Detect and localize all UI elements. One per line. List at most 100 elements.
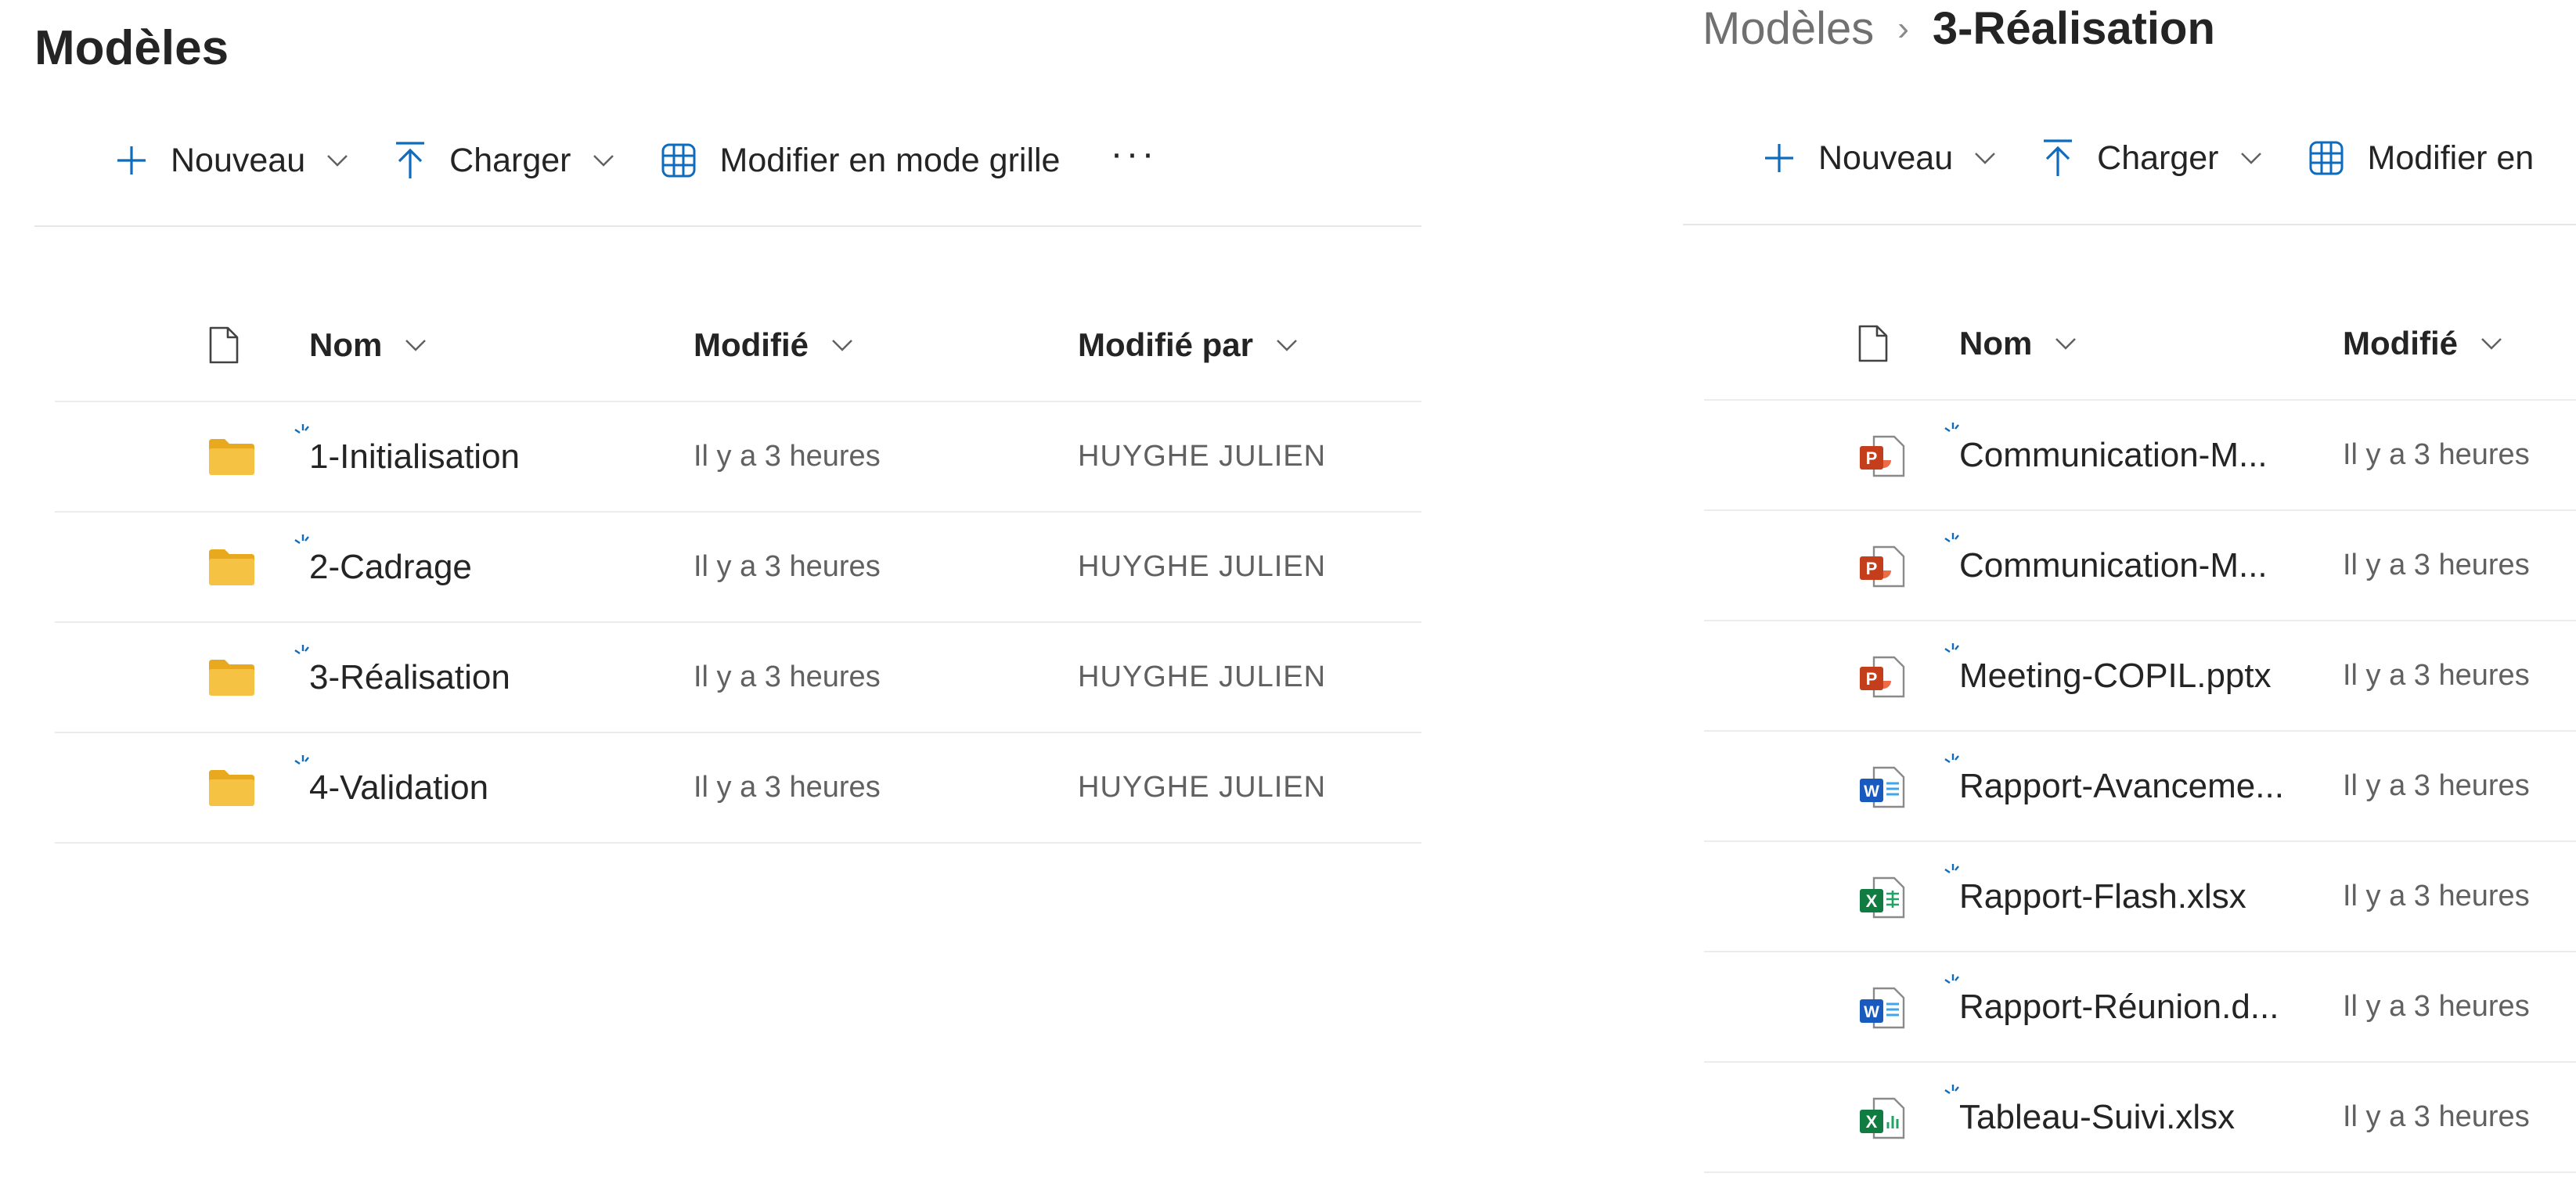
list-item[interactable]: 3-Réalisation Il y a 3 heures HUYGHE JUL… [55, 623, 1421, 733]
item-name[interactable]: 4-Validation [309, 768, 488, 808]
list-item[interactable]: 4-Validation Il y a 3 heures HUYGHE JULI… [55, 733, 1421, 844]
file-type-header-icon[interactable] [207, 290, 270, 401]
breadcrumb-root-link[interactable]: Modèles [1702, 2, 1874, 55]
item-modified-text: Il y a 3 heures [694, 660, 881, 693]
column-header-name-label: Nom [1959, 325, 2033, 362]
svg-text:W: W [1864, 783, 1879, 801]
item-name[interactable]: Rapport-Flash.xlsx [1959, 877, 2246, 916]
new-item-icon [292, 642, 314, 668]
upload-button-label: Charger [449, 141, 571, 179]
file-type-header-icon[interactable] [1857, 288, 1919, 399]
breadcrumb: Modèles › 3-Réalisation [1702, 2, 2215, 55]
list-item[interactable]: P Communication-M... Il y a 3 heures [1704, 511, 2576, 621]
chevron-down-icon [404, 338, 427, 352]
list-item[interactable]: X Rapport-Flash.xlsx Il y a 3 heures [1704, 842, 2576, 952]
item-modified-by-text[interactable]: HUYGHE JULIEN [1078, 771, 1326, 804]
upload-icon [2042, 139, 2073, 178]
list-item[interactable]: 1-Initialisation Il y a 3 heures HUYGHE … [55, 402, 1421, 513]
chevron-down-icon [2480, 336, 2503, 351]
column-header-modified-label: Modifié [2343, 325, 2458, 362]
item-modified: Il y a 3 heures [694, 733, 881, 842]
item-name[interactable]: Communication-M... [1959, 436, 2268, 475]
subfolder-panel-root: Modèles › 3-Réalisation Nouveau Charger [1683, 0, 2576, 1202]
column-header-modified[interactable]: Modifié [2343, 288, 2503, 399]
upload-button[interactable]: Charger [395, 141, 614, 180]
item-modified-by-text[interactable]: HUYGHE JULIEN [1078, 440, 1326, 473]
file-list: Nom Modifié Modifié par 1-Initialisation [55, 290, 1421, 844]
item-name-cell[interactable]: Rapport-Flash.xlsx [1944, 842, 2246, 951]
svg-text:P: P [1866, 669, 1878, 689]
upload-icon [395, 141, 426, 180]
list-item[interactable]: P Meeting-COPIL.pptx Il y a 3 heures [1704, 621, 2576, 732]
plus-icon [116, 145, 147, 176]
svg-text:W: W [1864, 1003, 1879, 1021]
column-header-name[interactable]: Nom [1959, 288, 2077, 399]
command-bar: Nouveau Charger Modifier en [1764, 139, 2576, 178]
new-item-icon [292, 753, 314, 779]
toolbar-divider [34, 225, 1421, 227]
new-button[interactable]: Nouveau [116, 142, 349, 180]
item-name[interactable]: 2-Cadrage [309, 548, 472, 587]
item-modified-text: Il y a 3 heures [2343, 880, 2530, 912]
item-name-cell[interactable]: Rapport-Réunion.d... [1944, 952, 2279, 1061]
new-item-icon [292, 422, 314, 448]
new-item-icon [1942, 972, 1964, 998]
column-header-name[interactable]: Nom [309, 290, 427, 401]
item-name-cell[interactable]: 2-Cadrage [294, 513, 472, 621]
item-name-cell[interactable]: 3-Réalisation [294, 623, 510, 732]
chevron-down-icon [592, 153, 615, 167]
item-modified: Il y a 3 heures [2343, 1063, 2530, 1171]
list-item[interactable]: P Communication-M... Il y a 3 heures [1704, 401, 2576, 511]
more-options-button[interactable]: ··· [1110, 132, 1157, 175]
list-item[interactable]: X Tableau-Suivi.xlsx Il y a 3 heures [1704, 1063, 2576, 1173]
grid-view-button[interactable]: Modifier en mode grille [661, 141, 1061, 180]
list-item[interactable]: W Rapport-Réunion.d... Il y a 3 heures [1704, 952, 2576, 1063]
item-name[interactable]: Rapport-Avanceme... [1959, 767, 2284, 806]
item-name[interactable]: 3-Réalisation [309, 658, 510, 697]
powerpoint-file-icon: P [1857, 621, 1919, 730]
item-modified-by[interactable]: HUYGHE JULIEN [1078, 623, 1326, 732]
item-name-cell[interactable]: 1-Initialisation [294, 402, 520, 511]
item-name-cell[interactable]: 4-Validation [294, 733, 488, 842]
grid-table-icon [2308, 140, 2344, 176]
item-modified-by[interactable]: HUYGHE JULIEN [1078, 513, 1326, 621]
list-item[interactable]: 2-Cadrage Il y a 3 heures HUYGHE JULIEN [55, 513, 1421, 623]
item-name[interactable]: Meeting-COPIL.pptx [1959, 657, 2272, 696]
grid-view-button-label: Modifier en [2367, 139, 2535, 177]
powerpoint-file-icon: P [1857, 511, 1919, 620]
column-header-modified-by[interactable]: Modifié par [1078, 290, 1299, 401]
new-item-icon [292, 532, 314, 558]
item-modified-text: Il y a 3 heures [2343, 549, 2530, 581]
item-modified-text: Il y a 3 heures [2343, 659, 2530, 692]
item-name[interactable]: Communication-M... [1959, 546, 2268, 585]
item-name-cell[interactable]: Tableau-Suivi.xlsx [1944, 1063, 2235, 1171]
item-name-cell[interactable]: Communication-M... [1944, 401, 2268, 509]
item-name-cell[interactable]: Meeting-COPIL.pptx [1944, 621, 2272, 730]
item-name[interactable]: 1-Initialisation [309, 437, 520, 477]
word-file-icon: W [1857, 952, 1919, 1061]
excel-file-icon: X [1857, 842, 1919, 951]
item-name[interactable]: Tableau-Suivi.xlsx [1959, 1098, 2235, 1137]
item-name[interactable]: Rapport-Réunion.d... [1959, 988, 2279, 1027]
item-modified-by-text[interactable]: HUYGHE JULIEN [1078, 550, 1326, 584]
item-modified-by[interactable]: HUYGHE JULIEN [1078, 733, 1326, 842]
column-header-modified[interactable]: Modifié [694, 290, 854, 401]
grid-view-button[interactable]: Modifier en [2308, 139, 2535, 178]
new-item-icon [1942, 862, 1964, 887]
new-button[interactable]: Nouveau [1764, 139, 1997, 178]
item-modified-by[interactable]: HUYGHE JULIEN [1078, 402, 1326, 511]
item-name-cell[interactable]: Communication-M... [1944, 511, 2268, 620]
list-item[interactable]: W Rapport-Avanceme... Il y a 3 heures [1704, 732, 2576, 842]
item-name-cell[interactable]: Rapport-Avanceme... [1944, 732, 2284, 840]
upload-button[interactable]: Charger [2042, 139, 2262, 178]
folder-icon [207, 402, 270, 511]
item-modified-by-text[interactable]: HUYGHE JULIEN [1078, 660, 1326, 694]
excel-file-icon: X [1857, 1063, 1919, 1171]
item-modified-text: Il y a 3 heures [694, 771, 881, 804]
item-modified-text: Il y a 3 heures [694, 440, 881, 473]
new-item-icon [1942, 751, 1964, 777]
page-title: Modèles [34, 21, 229, 75]
item-modified-text: Il y a 3 heures [2343, 769, 2530, 802]
svg-text:X: X [1866, 891, 1878, 911]
grid-view-button-label: Modifier en mode grille [719, 141, 1061, 179]
